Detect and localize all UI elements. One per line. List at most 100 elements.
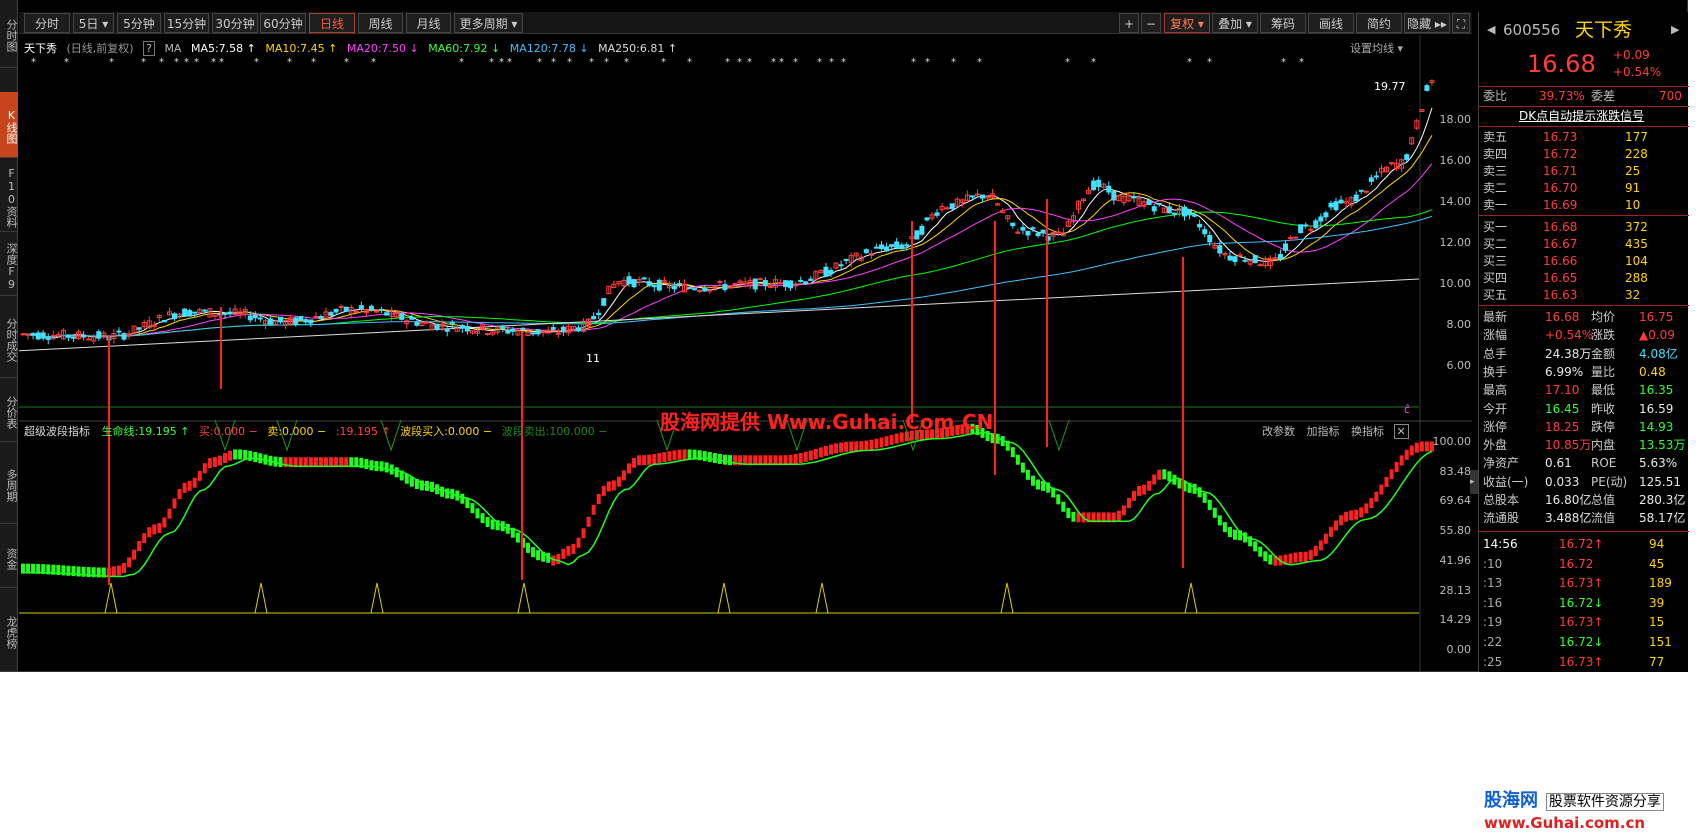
bid-label: 买二: [1483, 237, 1508, 251]
tool-button-7[interactable]: 隐藏 ▸▸: [1404, 13, 1450, 33]
indicator-bar: [1061, 501, 1066, 512]
indicator-bar: [465, 498, 470, 509]
candle-body: [35, 332, 41, 340]
signal-link[interactable]: DK点自动提示涨跌信号: [1519, 108, 1644, 125]
bid-label: 买三: [1483, 254, 1508, 268]
add-indicator-button[interactable]: 加指标: [1307, 425, 1340, 438]
leftnav-item-7[interactable]: 资金: [0, 526, 18, 588]
indicator-bar: [793, 454, 798, 465]
signal-star: *: [1281, 57, 1286, 68]
leftnav-item-5[interactable]: 分价表: [0, 380, 18, 442]
indicator-bar: [1364, 503, 1369, 514]
line4-value: :19.195 ↑: [335, 425, 391, 438]
candle-body: [535, 329, 541, 335]
site-brand: 股海网 股票软件资源分享 www.Guhai.com.cn: [1484, 786, 1664, 832]
tick-volume: 94: [1649, 537, 1665, 551]
leftnav-item-0[interactable]: 分时图: [0, 0, 18, 68]
tool-button-2[interactable]: 复权 ▾: [1164, 13, 1210, 33]
signal-star: *: [624, 57, 629, 68]
stat-value: 16.80亿: [1545, 493, 1592, 507]
price-tick: 16.00: [1439, 154, 1472, 167]
tool-button-5[interactable]: 画线: [1308, 13, 1354, 33]
tool-button-8[interactable]: ⛶: [1452, 13, 1470, 33]
indicator-bar: [1394, 462, 1399, 473]
period-tab-7[interactable]: 周线: [358, 13, 403, 33]
low-price-mark: 11: [586, 352, 600, 365]
tool-button-6[interactable]: 简约: [1356, 13, 1402, 33]
brand-url: www.Guhai.com.cn: [1484, 814, 1646, 832]
tool-button-0[interactable]: +: [1119, 13, 1139, 33]
stat-label: 涨停: [1483, 419, 1508, 434]
indicator-bar: [1031, 475, 1035, 486]
period-tab-3[interactable]: 15分钟: [164, 13, 209, 33]
indicator-bar: [864, 440, 869, 451]
leftnav-item-3[interactable]: 深度F9: [0, 234, 18, 296]
indicator-bar: [576, 537, 581, 548]
stat-label: 换手: [1483, 364, 1508, 379]
ask-volume: 177: [1625, 130, 1648, 144]
stat-value: 0.61: [1545, 456, 1572, 471]
bid-volume: 435: [1625, 237, 1648, 251]
indicator-bar: [1328, 526, 1333, 537]
candle-body: [399, 313, 405, 320]
tool-button-4[interactable]: 筹码: [1260, 13, 1306, 33]
ma-settings-button[interactable]: 设置均线 ▾: [1350, 40, 1403, 56]
signal-star: *: [211, 57, 216, 68]
period-tab-5[interactable]: 60分钟: [260, 13, 306, 33]
period-tab-8[interactable]: 月线: [406, 13, 451, 33]
candle-body: [697, 289, 703, 292]
ma10-value: MA10:7.45 ↑: [265, 42, 338, 55]
candle-body: [71, 336, 76, 339]
candle-body: [520, 327, 526, 330]
period-tab-0[interactable]: 分时: [24, 13, 70, 33]
period-tab-9[interactable]: 更多周期 ▾: [454, 13, 523, 33]
indicator-tick: 14.29: [1439, 613, 1472, 627]
candle-body: [631, 279, 637, 288]
leftnav-item-8[interactable]: 龙虎榜: [0, 590, 18, 672]
candle-body: [783, 280, 789, 288]
period-tab-2[interactable]: 5分钟: [117, 13, 161, 33]
bid-price: 16.66: [1543, 254, 1578, 268]
tick-volume: 45: [1649, 556, 1665, 571]
indicator-bar: [1025, 469, 1030, 480]
leftnav-item-1[interactable]: K线图: [0, 92, 18, 158]
indicator-bar: [1162, 469, 1167, 480]
indicator-bar: [566, 545, 571, 556]
candle-body: [1096, 179, 1102, 188]
help-button[interactable]: ?: [143, 41, 155, 56]
leftnav-item-2[interactable]: F10资料: [0, 160, 18, 232]
ask-volume: 228: [1625, 147, 1648, 161]
bid-volume: 372: [1625, 220, 1648, 234]
candle-body: [1358, 189, 1364, 192]
signal-star: *: [141, 57, 146, 68]
indicator-bar: [1359, 507, 1364, 518]
leftnav-item-4[interactable]: 分时成交: [0, 298, 18, 378]
period-tab-6[interactable]: 日线: [309, 13, 355, 33]
indicator-tick: 55.80: [1439, 524, 1472, 538]
leftnav-item-6[interactable]: 多周期: [0, 444, 18, 524]
signal-star: *: [841, 57, 846, 68]
tool-button-1[interactable]: −: [1141, 13, 1161, 33]
period-tab-4[interactable]: 30分钟: [212, 13, 258, 33]
stat-value: 3.488亿: [1545, 511, 1592, 526]
indicator-bar: [217, 455, 222, 466]
candle-body: [904, 244, 910, 247]
prev-stock-icon[interactable]: ◀: [1487, 18, 1495, 42]
stat-value: 58.17亿: [1639, 511, 1686, 526]
candle-body: [1373, 175, 1379, 178]
bid-row: 买五 16.63 32: [1479, 287, 1689, 304]
tool-button-3[interactable]: 叠加 ▾: [1212, 13, 1258, 33]
period-tab-1[interactable]: 5日 ▾: [73, 13, 114, 33]
next-stock-icon[interactable]: ▶: [1671, 18, 1679, 42]
kline-chart-area[interactable]: * * * * * * * * * * * * * * * * * * * * * * * * * * * * * * * * * * * * * * * *…: [19, 35, 1472, 671]
indicator-bar: [702, 451, 707, 462]
panel-collapse-handle[interactable]: ▸: [1470, 470, 1478, 494]
switch-indicator-button[interactable]: 换指标: [1351, 425, 1384, 438]
edit-params-button[interactable]: 改参数: [1262, 425, 1295, 438]
signal-star: *: [159, 57, 164, 68]
signal-star: *: [287, 57, 292, 68]
tick-volume: 189: [1649, 576, 1672, 591]
close-indicator-icon[interactable]: ✕: [1393, 424, 1409, 439]
candle-body: [1227, 255, 1233, 261]
stat-row: 总股本 16.80亿 总值 280.3亿: [1479, 492, 1689, 509]
